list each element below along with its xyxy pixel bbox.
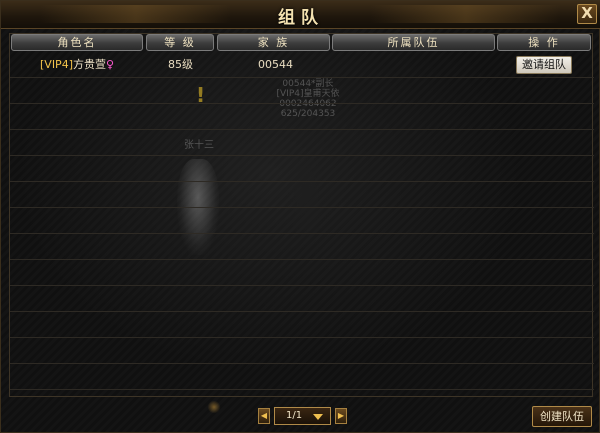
page-number: 1/1 <box>286 410 303 421</box>
page-selector[interactable]: 1/1 <box>274 407 331 425</box>
table-row-empty <box>10 182 594 208</box>
table-row-empty <box>10 78 594 104</box>
table-row-empty <box>10 338 594 364</box>
create-team-button[interactable]: 创建队伍 <box>532 406 592 427</box>
window-title: 组队 <box>278 8 324 28</box>
table-row-empty <box>10 234 594 260</box>
player-level: 85级 <box>168 58 193 71</box>
close-button[interactable]: X <box>577 4 597 24</box>
team-window: 00544*副长 [VIP4]皇甫天依 0002464062 625/20435… <box>0 0 600 433</box>
header-action[interactable]: 操 作 <box>497 34 591 51</box>
table-row-empty <box>10 104 594 130</box>
table-row-empty <box>10 156 594 182</box>
table-row-empty <box>10 130 594 156</box>
player-name: 方贵萱 <box>72 58 106 71</box>
table-row-empty <box>10 260 594 286</box>
decorative-ornament-icon <box>207 401 221 413</box>
table-row-empty <box>10 364 594 390</box>
table-row-empty <box>10 312 594 338</box>
header-family[interactable]: 家 族 <box>217 34 330 51</box>
vip-badge: [VIP4] <box>40 58 73 71</box>
title-bar: 组队 X <box>1 1 600 29</box>
header-role-name[interactable]: 角色名 <box>11 34 143 51</box>
player-table: 角色名 等 级 家 族 所属队伍 操 作 [VIP4]方贵萱♀ 85级 0054… <box>9 33 594 397</box>
table-row-empty <box>10 286 594 312</box>
table-row-empty <box>10 208 594 234</box>
invite-team-button[interactable]: 邀请组队 <box>516 56 572 74</box>
female-icon: ♀ <box>105 58 115 71</box>
player-name-cell: [VIP4]方贵萱♀ <box>40 58 114 72</box>
prev-page-button[interactable]: ◀ <box>258 408 270 424</box>
header-team[interactable]: 所属队伍 <box>332 34 495 51</box>
dropdown-arrow-icon <box>313 414 323 420</box>
table-header: 角色名 等 级 家 族 所属队伍 操 作 <box>10 34 594 51</box>
player-family: 00544 <box>258 58 293 71</box>
next-page-button[interactable]: ▶ <box>335 408 347 424</box>
header-level[interactable]: 等 级 <box>146 34 214 51</box>
table-row[interactable]: [VIP4]方贵萱♀ 85级 00544 邀请组队 <box>10 52 594 78</box>
